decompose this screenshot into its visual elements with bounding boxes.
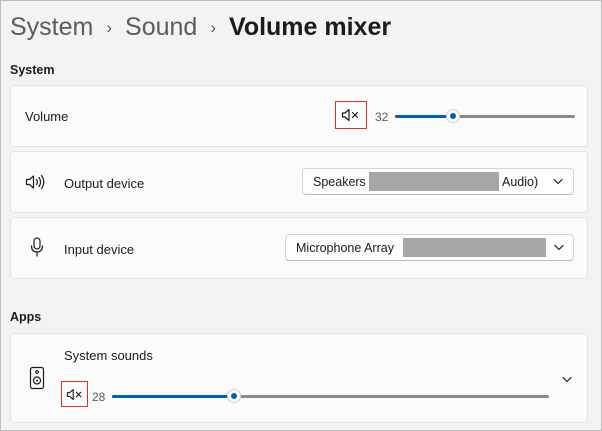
page-title: Volume mixer [229, 13, 392, 41]
input-device-card: Input device Microphone Array [10, 217, 588, 279]
chevron-right-icon: › [210, 18, 216, 37]
chevron-down-icon [554, 244, 564, 251]
input-device-selected-prefix: Microphone Array [296, 241, 394, 255]
app-volume-value: 28 [92, 390, 106, 404]
microphone-icon [30, 237, 44, 257]
chevron-right-icon: › [106, 18, 113, 37]
section-title-apps: Apps [10, 310, 42, 324]
section-title-system: System [10, 63, 55, 77]
output-device-dropdown[interactable]: Speakers Audio) [302, 168, 574, 195]
mute-button[interactable] [335, 101, 367, 129]
slider-thumb[interactable] [227, 389, 242, 403]
speaker-device-icon [29, 366, 45, 390]
volume-card: Volume 32 [10, 85, 588, 147]
breadcrumb-system[interactable]: System [10, 13, 93, 41]
input-device-label: Input device [64, 242, 135, 257]
volume-slider[interactable] [395, 109, 575, 125]
app-mute-button[interactable] [61, 381, 88, 407]
slider-fill [112, 395, 235, 398]
volume-value: 32 [375, 110, 389, 124]
speaker-mute-icon [66, 388, 81, 400]
input-device-dropdown[interactable]: Microphone Array [285, 234, 574, 261]
output-device-selected-suffix: Audio) [502, 175, 539, 189]
chevron-down-icon [553, 178, 563, 185]
breadcrumb-sound[interactable]: Sound [125, 13, 197, 41]
speaker-icon [25, 174, 45, 190]
volume-label: Volume [25, 109, 69, 124]
redacted-area [369, 172, 499, 191]
output-device-selected-prefix: Speakers [313, 175, 366, 189]
breadcrumb: System › Sound › Volume mixer [10, 11, 391, 46]
slider-thumb[interactable] [445, 109, 460, 123]
redacted-area [403, 238, 546, 257]
output-device-card: Output device Speakers Audio) [10, 151, 588, 213]
app-name-system-sounds: System sounds [64, 348, 153, 363]
output-device-label: Output device [64, 176, 145, 191]
slider-fill [395, 115, 453, 118]
app-volume-slider[interactable] [112, 389, 549, 405]
app-card-system-sounds[interactable]: System sounds 28 [10, 333, 588, 423]
speaker-mute-icon [341, 108, 359, 122]
chevron-down-icon[interactable] [562, 376, 572, 383]
